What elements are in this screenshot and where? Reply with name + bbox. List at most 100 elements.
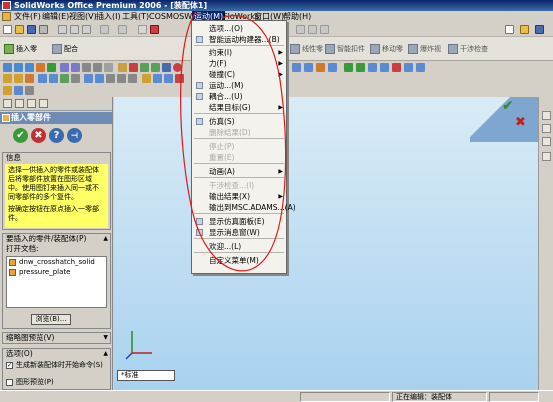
preview-group[interactable]: 缩略图预览(V) ▼ — [2, 332, 111, 344]
motion-menu-item[interactable]: 输出到MSC.ADAMS...(A) — [192, 202, 296, 213]
folder-icon[interactable] — [520, 25, 529, 34]
motion-menu-item[interactable]: 删除结果(D) — [192, 127, 286, 138]
motion-menu-item[interactable]: 停止(P) — [192, 141, 286, 152]
zebra-icon[interactable] — [151, 63, 160, 72]
collapse-caret-icon[interactable]: ▲ — [103, 349, 108, 359]
task-pane-collapse-icon[interactable] — [542, 152, 551, 161]
select-icon[interactable] — [138, 25, 147, 34]
new-doc-icon[interactable] — [505, 25, 514, 34]
dimxpert-tab-icon[interactable] — [39, 99, 48, 108]
display-icon[interactable] — [118, 63, 127, 72]
insert-component-button[interactable]: 插入零 — [4, 40, 37, 58]
undo-icon[interactable] — [100, 25, 109, 34]
cut-icon[interactable] — [58, 25, 67, 34]
toolbar-icon-b[interactable] — [308, 25, 317, 34]
motion-icon-5[interactable] — [368, 63, 377, 72]
motion-icon-9[interactable] — [416, 63, 425, 72]
open-documents-list[interactable]: dnw_crosshatch_solid pressure_plate — [6, 256, 107, 308]
rotate-icon[interactable] — [36, 63, 45, 72]
force-icon[interactable] — [38, 74, 47, 83]
document-icon[interactable] — [2, 12, 11, 21]
motion-icon-8[interactable] — [404, 63, 413, 72]
linear-pattern-button[interactable]: 线性零 — [290, 40, 323, 58]
zoom-icon[interactable] — [25, 63, 34, 72]
step-forward-icon[interactable] — [117, 74, 126, 83]
simulate-icon[interactable] — [356, 63, 365, 72]
motion-menu-item[interactable]: 耦合...(U) — [192, 91, 286, 102]
record-icon[interactable] — [173, 63, 182, 72]
motion-menu-item[interactable]: 重置(E) — [192, 152, 286, 163]
open-file-icon[interactable] — [15, 25, 24, 34]
property-manager-icon[interactable] — [14, 86, 23, 95]
move-component-button[interactable]: 移动零 — [370, 40, 403, 58]
motion-menu-item[interactable]: 选项...(O) — [192, 23, 286, 34]
menu-file[interactable]: 文件(F) — [12, 11, 43, 23]
motion-driver-icon[interactable] — [60, 74, 69, 83]
play-animation-icon[interactable] — [128, 74, 137, 83]
play-icon[interactable] — [344, 63, 353, 72]
motion-menu-item[interactable]: 自定义菜单(M) — [192, 255, 286, 266]
reset-icon[interactable] — [95, 74, 104, 83]
graphics-preview-option[interactable]: 图形预览(P) — [6, 378, 54, 387]
options-group-title[interactable]: 选项(O) ▲ — [3, 349, 110, 359]
cancel-x-icon[interactable]: ✖ — [515, 115, 526, 130]
motion-icon-1[interactable] — [292, 63, 301, 72]
delete-result-icon[interactable] — [175, 74, 184, 83]
redo-icon[interactable] — [118, 25, 127, 34]
motion-menu-item[interactable]: 智能运动构建器...(B) — [192, 34, 286, 45]
shaded-icon[interactable] — [104, 63, 113, 72]
motion-menu-item[interactable]: 显示消息窗(W) — [192, 227, 286, 238]
disk-icon[interactable] — [535, 25, 544, 34]
export-icon[interactable] — [164, 74, 173, 83]
motion-menu-item[interactable]: 运动...(M) — [192, 80, 286, 91]
task-pane-library-icon[interactable] — [542, 124, 551, 133]
motion-icon-6[interactable] — [380, 63, 389, 72]
motion-menu-item[interactable]: 输出结果(X) ▶ — [192, 191, 286, 202]
step-back-icon[interactable] — [106, 74, 115, 83]
mate-button[interactable]: 配合 — [52, 40, 78, 58]
graphics-preview-checkbox[interactable] — [6, 378, 13, 386]
wireframe-icon[interactable] — [82, 63, 91, 72]
configuration-manager-tab-icon[interactable] — [27, 99, 36, 108]
preview-group-title[interactable]: 缩略图预览(V) ▼ — [3, 333, 110, 343]
save-icon[interactable] — [27, 25, 36, 34]
plot-icon[interactable] — [153, 74, 162, 83]
model-view-tab[interactable]: *标准 — [117, 370, 175, 381]
motion-menu-item[interactable]: 力(F) ▶ — [192, 58, 286, 69]
assembly-icon[interactable] — [3, 74, 12, 83]
exploded-view-button[interactable]: 爆炸视 — [408, 40, 441, 58]
feature-manager-tab-icon[interactable] — [3, 99, 12, 108]
motion-menu-item[interactable]: 欢迎...(L) — [192, 241, 286, 252]
motion-menu-item[interactable]: 仿真(S) — [192, 116, 286, 127]
list-item[interactable]: dnw_crosshatch_solid — [7, 257, 106, 267]
zoom-fit-icon[interactable] — [3, 63, 12, 72]
list-item[interactable]: pressure_plate — [7, 267, 106, 277]
section-view-icon[interactable] — [71, 63, 80, 72]
motion-icon-2[interactable] — [304, 63, 313, 72]
cancel-button[interactable]: ✖ — [31, 128, 46, 143]
copy-icon[interactable] — [70, 25, 79, 34]
task-pane-explorer-icon[interactable] — [542, 137, 551, 146]
hidden-lines-icon[interactable] — [93, 63, 102, 72]
perspective-icon[interactable] — [129, 63, 138, 72]
motion-icon-3[interactable] — [316, 63, 325, 72]
print-icon[interactable] — [39, 25, 48, 34]
parts-group-title[interactable]: 要插入的零件/装配体(P) ▲ — [3, 234, 110, 244]
paste-icon[interactable] — [82, 25, 91, 34]
part-icon[interactable] — [14, 74, 23, 83]
motion-menu-item[interactable]: 动画(A) ▶ — [192, 166, 286, 177]
property-manager-tab-icon[interactable] — [15, 99, 24, 108]
rebuild-icon[interactable] — [150, 25, 159, 34]
toolbar-icon-a[interactable] — [296, 25, 305, 34]
curvature-icon[interactable] — [140, 63, 149, 72]
camera-icon[interactable] — [162, 63, 171, 72]
result-icon[interactable] — [71, 74, 80, 83]
ok-button[interactable]: ✔ — [13, 128, 28, 143]
constraint-icon[interactable] — [25, 74, 34, 83]
feature-tree-icon[interactable] — [3, 86, 12, 95]
motion-menu-item[interactable]: 碰撞(C) ▶ — [192, 69, 286, 80]
stop-icon[interactable] — [84, 74, 93, 83]
configuration-icon[interactable] — [25, 86, 34, 95]
contact-icon[interactable] — [49, 74, 58, 83]
collapse-caret-icon[interactable]: ▲ — [103, 234, 108, 244]
